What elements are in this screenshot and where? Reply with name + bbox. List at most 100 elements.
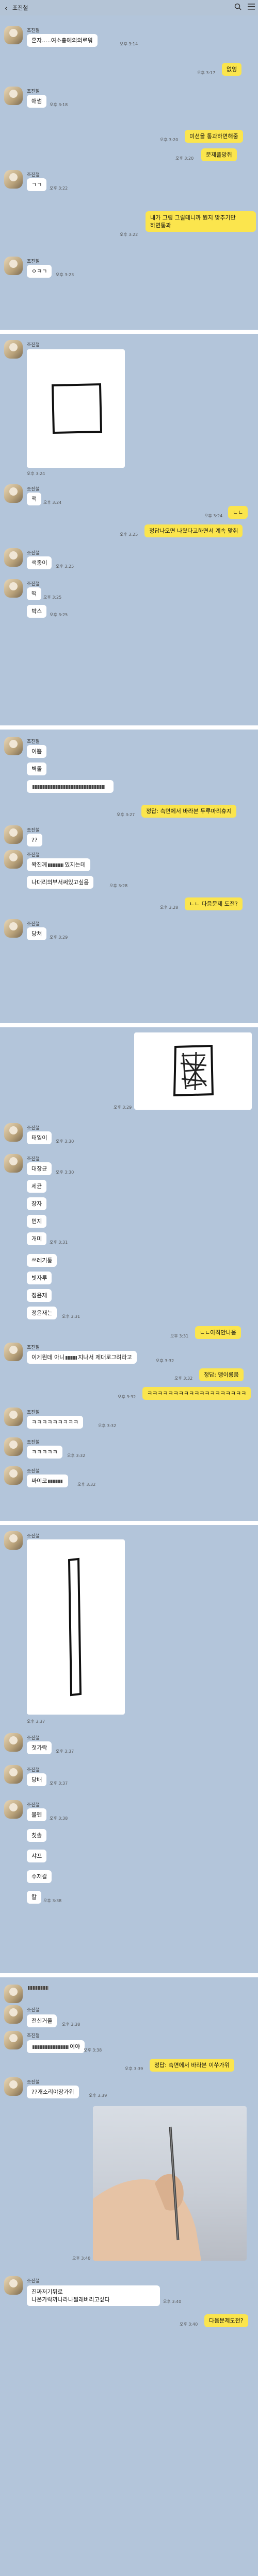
message-text: 왁진께 — [31, 861, 47, 868]
contact-name: 조진철 — [27, 1469, 40, 1474]
photo-hand-holding-pen[interactable] — [93, 2106, 247, 2261]
contact-avatar[interactable] — [4, 340, 23, 359]
contact-name: 조진철 — [27, 582, 40, 587]
contact-avatar[interactable] — [4, 257, 23, 275]
contact-avatar[interactable] — [4, 87, 23, 105]
contact-avatar[interactable] — [4, 2031, 23, 2049]
chat-header: ‹ 조진철 — [0, 0, 258, 15]
message-time: 오후 3:27 — [117, 812, 135, 817]
contact-avatar[interactable] — [4, 919, 23, 938]
contact-avatar[interactable] — [4, 579, 23, 598]
message-bubble: ㅋㅋㅋㅋㅋㅋㅋㅋㅋ — [27, 1416, 84, 1429]
message-bubble: 혼자.....여소충예의의로워 — [27, 34, 98, 47]
contact-name: 조진철 — [27, 1803, 40, 1808]
contact-avatar[interactable] — [4, 170, 23, 189]
message-bubble: 책 — [27, 493, 42, 505]
my-message-bubble: 내가 그림 그릴테니까 뭔지 맞추기만 하면통과 — [146, 211, 256, 232]
message-time: 오후 3:20 — [160, 138, 179, 142]
contact-avatar[interactable] — [4, 1985, 23, 2003]
message-time: 오후 3:37 — [56, 1749, 74, 1754]
panel-separator — [0, 330, 258, 334]
my-message-bubble: ㄴㄴ 다음문제 도전? — [185, 897, 243, 910]
my-message-bubble: ㄴㄴ — [228, 506, 248, 519]
message-bubble: 색종이 — [27, 556, 52, 569]
message-time: 오후 3:14 — [120, 42, 138, 46]
my-message-bubble: 다음문제도전? — [204, 2314, 248, 2327]
message-bubble: 수저칼 — [27, 1870, 52, 1883]
drawing-image-rectangle[interactable] — [27, 1539, 125, 1715]
drawing-image-toilet-paper[interactable] — [134, 1032, 252, 1110]
search-icon[interactable] — [231, 3, 245, 12]
contact-avatar[interactable] — [4, 1800, 23, 1819]
message-bubble: ?? — [27, 834, 42, 846]
contact-avatar[interactable] — [4, 1733, 23, 1752]
message-time: 오후 3:25 — [120, 532, 138, 537]
my-message-bubble: 없엉 — [222, 63, 242, 76]
censored-text — [48, 863, 64, 867]
menu-icon[interactable] — [245, 4, 258, 12]
chat-panel-4: 오후 3:29 조진철 태일이 오후 3:30 조진철 대장균 오후 3:30 … — [0, 1027, 258, 1521]
contact-avatar[interactable] — [4, 2276, 23, 2295]
contact-name: 조진철 — [27, 28, 40, 33]
message-time: 오후 3:32 — [77, 1482, 96, 1487]
message-bubble: 박스 — [27, 605, 47, 618]
contact-avatar[interactable] — [4, 548, 23, 567]
message-time: 오후 3:32 — [174, 1376, 193, 1381]
contact-name: 조진철 — [27, 1534, 40, 1539]
my-message-bubble: 정답: 맹이롱움 — [199, 1368, 244, 1381]
message-bubble: ??개소리야장가위 — [27, 2086, 79, 2098]
message-time: 오후 3:18 — [50, 103, 68, 107]
contact-avatar[interactable] — [4, 1123, 23, 1142]
message-time: 오후 3:31 — [62, 1314, 80, 1319]
message-bubble: 젓가락 — [27, 1741, 52, 1754]
contact-avatar[interactable] — [4, 1765, 23, 1784]
contact-name: 조진철 — [27, 89, 40, 94]
message-bubble: 당쳐 — [27, 927, 47, 940]
contact-avatar[interactable] — [4, 1154, 23, 1173]
chat-panel-1: 조진철 혼자.....여소충예의의로워 오후 3:14 오후 3:17 없엉 조… — [0, 15, 258, 330]
message-time: 오후 3:29 — [114, 1105, 132, 1110]
message-time: 오후 3:37 — [27, 1719, 45, 1724]
panel-separator — [0, 1023, 258, 1027]
contact-name: 조진철 — [27, 1768, 40, 1773]
contact-avatar[interactable] — [4, 825, 23, 844]
chat-panel-5: 조진철 오후 3:37 조진철 젓가락 오후 3:37 조진철 당배 오후 3:… — [0, 1525, 258, 1973]
contact-name: 조진철 — [27, 259, 40, 264]
message-time: 오후 3:40 — [163, 2299, 182, 2304]
message-bubble: ㅇㅋㄱ — [27, 265, 52, 278]
contact-avatar[interactable] — [4, 1466, 23, 1485]
censored-text — [33, 785, 105, 789]
contact-avatar[interactable] — [4, 1343, 23, 1361]
contact-name: 조진철 — [27, 487, 40, 492]
contact-avatar[interactable] — [4, 1437, 23, 1456]
drawing-image-square[interactable] — [27, 349, 125, 468]
contact-avatar[interactable] — [4, 1408, 23, 1426]
contact-avatar[interactable] — [4, 2077, 23, 2096]
message-time: 오후 3:39 — [89, 2093, 107, 2098]
contact-avatar[interactable] — [4, 484, 23, 503]
message-time: 오후 3:40 — [180, 2322, 198, 2327]
message-bubble: 왁진께 있지는데 — [27, 858, 90, 871]
message-time: 오후 3:28 — [109, 884, 128, 888]
message-line: 진짜저기뒤로 — [31, 2289, 63, 2295]
contact-avatar[interactable] — [4, 737, 23, 755]
my-message-bubble: ㅋㅋㅋㅋㅋㅋㅋㅋㅋㅋㅋㅋㅋㅋㅋㅋㅋㅋㅋ — [142, 1387, 251, 1400]
message-bubble: 정윤재 — [27, 1289, 52, 1302]
contact-name: 조진철 — [27, 1157, 40, 1162]
message-bubble: 장자 — [27, 1197, 47, 1210]
my-message-bubble: 미션을 통과하면해줌 — [185, 130, 243, 143]
contact-name: 조진철 — [27, 2033, 40, 2039]
message-time: 오후 3:23 — [56, 273, 74, 277]
message-line: 나온가락까나라나쩔래버리고싶다 — [31, 2296, 110, 2303]
contact-avatar[interactable] — [4, 1531, 23, 1550]
message-time: 오후 3:24 — [27, 471, 45, 476]
contact-avatar[interactable] — [4, 26, 23, 44]
back-chevron-icon[interactable]: ‹ — [0, 3, 12, 13]
contact-name — [27, 1986, 50, 1991]
contact-name: 조진철 — [27, 551, 40, 556]
message-time: 오후 3:37 — [50, 1781, 68, 1786]
message-time: 오후 3:17 — [197, 71, 216, 75]
contact-avatar[interactable] — [4, 2005, 23, 2024]
contact-avatar[interactable] — [4, 850, 23, 869]
message-bubble: 개미 — [27, 1232, 47, 1245]
